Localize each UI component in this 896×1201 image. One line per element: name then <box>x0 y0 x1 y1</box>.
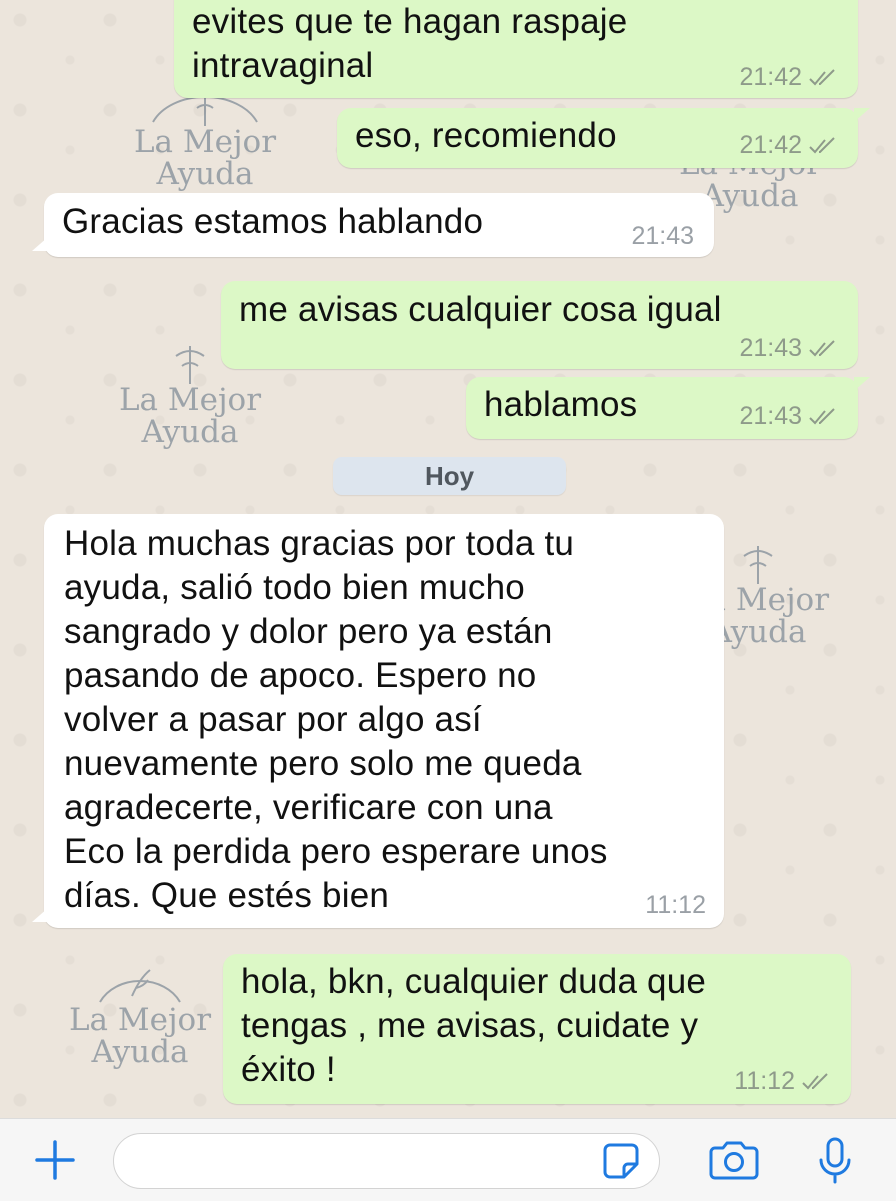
message-time: 11:12 <box>645 891 706 919</box>
double-check-icon <box>809 339 835 356</box>
message-text: Gracias estamos hablando <box>62 202 484 241</box>
day-separator: Hoy <box>333 457 566 495</box>
watermark-line2: Ayuda <box>141 414 239 450</box>
microphone-button[interactable] <box>810 1135 860 1187</box>
message-meta: 11:12 <box>645 891 706 920</box>
bubble-tail <box>32 908 48 922</box>
message-time: 21:42 <box>739 131 802 159</box>
bubble-tail <box>854 377 870 391</box>
watermark-line1: La Mejor <box>68 1002 212 1038</box>
double-check-icon <box>809 136 835 153</box>
message-time: 11:12 <box>734 1067 795 1095</box>
message-text: Hola muchas gracias por toda tu ayuda, s… <box>64 524 608 915</box>
bubble-tail <box>32 237 48 251</box>
message-text: evites que te hagan raspaje intravaginal <box>192 2 628 85</box>
message-incoming[interactable]: Hola muchas gracias por toda tu ayuda, s… <box>32 514 724 928</box>
message-text: hola, bkn, cualquier duda que tengas , m… <box>241 962 707 1089</box>
watermark-line2: Ayuda <box>91 1034 189 1070</box>
camera-icon <box>709 1141 759 1180</box>
message-input[interactable] <box>113 1133 660 1189</box>
watermark-line1: La Mejor <box>133 124 277 160</box>
camera-button[interactable] <box>704 1139 764 1183</box>
message-outgoing[interactable]: eso, recomiendo 21:42 <box>337 108 870 168</box>
watermark-line2: Ayuda <box>156 156 254 192</box>
message-meta: 11:12 <box>734 1067 831 1096</box>
message-time: 21:42 <box>739 63 802 91</box>
message-text: eso, recomiendo <box>355 116 617 155</box>
message-outgoing[interactable]: evites que te hagan raspaje intravaginal… <box>174 0 858 98</box>
message-time: 21:43 <box>739 402 802 430</box>
watermark-line1: La Mejor <box>118 382 262 418</box>
input-bar <box>0 1118 896 1201</box>
plus-icon <box>35 1140 75 1180</box>
bubble-tail <box>854 108 870 122</box>
message-time: 21:43 <box>739 334 802 362</box>
message-outgoing[interactable]: me avisas cualquier cosa igual 21:43 <box>221 281 858 369</box>
message-time: 21:43 <box>631 222 694 250</box>
message-meta: 21:43 <box>739 402 838 431</box>
double-check-icon <box>809 68 835 85</box>
double-check-icon <box>802 1072 828 1089</box>
chat-area[interactable]: La Mejor Ayuda La Mejor Ayuda La Mejor A… <box>0 0 896 1118</box>
message-incoming[interactable]: Gracias estamos hablando 21:43 <box>32 193 714 257</box>
message-text: me avisas cualquier cosa igual <box>239 290 722 329</box>
message-meta: 21:42 <box>739 63 838 92</box>
message-meta: 21:43 <box>739 334 838 363</box>
sticker-icon <box>603 1143 639 1179</box>
watermark-logo: La Mejor Ayuda <box>50 960 230 1100</box>
message-meta: 21:43 <box>631 222 694 251</box>
sticker-button[interactable] <box>598 1141 644 1181</box>
message-outgoing[interactable]: hablamos 21:43 <box>466 377 870 439</box>
microphone-icon <box>819 1137 851 1184</box>
attach-button[interactable] <box>30 1137 80 1183</box>
message-text: hablamos <box>484 385 638 424</box>
message-meta: 21:42 <box>739 131 838 160</box>
double-check-icon <box>809 407 835 424</box>
message-outgoing[interactable]: hola, bkn, cualquier duda que tengas , m… <box>223 954 851 1104</box>
